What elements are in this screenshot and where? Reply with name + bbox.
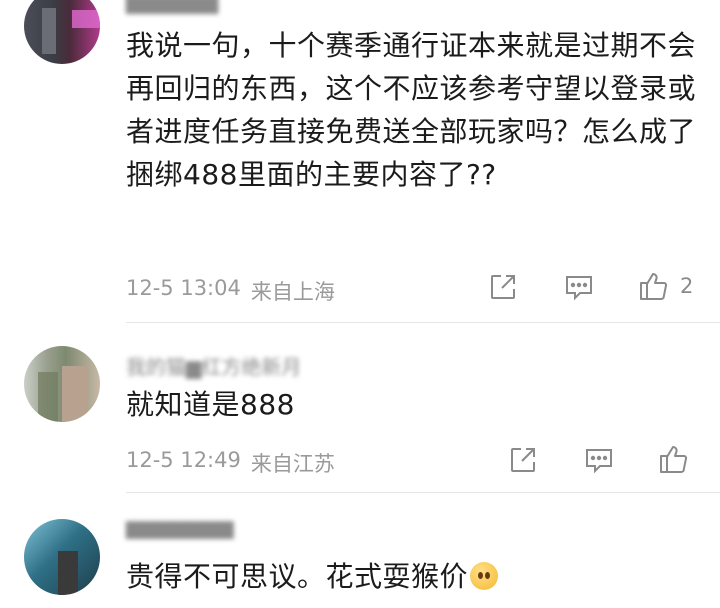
comment-icon — [566, 276, 592, 301]
avatar[interactable] — [24, 346, 100, 422]
comment-location: 来自上海 — [250, 280, 335, 304]
avatar[interactable] — [24, 519, 100, 595]
comment-text: 就知道是888 — [126, 388, 295, 421]
username[interactable]: ▆▆▆▆▆▆ — [126, 0, 218, 14]
thumbs-up-icon — [640, 273, 668, 300]
comment-item: ▆▆▆▆▆▆▆ 贵得不可思议。花式耍猴价 — [0, 493, 720, 608]
thumbs-up-icon — [660, 446, 688, 473]
username[interactable]: ▆▆▆▆▆▆▆ — [126, 515, 234, 539]
like-count: 2 — [680, 274, 694, 298]
reply-button[interactable] — [564, 272, 594, 302]
comment-item: ▆▆▆▆▆▆ 我说一句，十个赛季通行证本来就是过期不会再回归的东西，这个不应该参… — [0, 0, 720, 322]
username[interactable]: 我的猫▆红方绝新月 — [126, 351, 301, 380]
comment-text: 我说一句，十个赛季通行证本来就是过期不会再回归的东西，这个不应该参考守望以登录或… — [126, 29, 697, 191]
comment-icon — [586, 449, 612, 474]
comment-time: 12-5 12:49 — [126, 448, 241, 472]
share-icon — [511, 448, 535, 472]
reply-button[interactable] — [584, 445, 614, 475]
comment-time: 12-5 13:04 — [126, 276, 241, 300]
comment-meta: 12-5 12:49 来自江苏 — [126, 448, 335, 478]
share-icon — [491, 275, 515, 299]
comment-text-body: 贵得不可思议。花式耍猴价 — [126, 560, 469, 593]
comment-location: 来自江苏 — [250, 452, 335, 476]
share-button[interactable] — [508, 445, 538, 475]
comment-meta: 12-5 13:04 来自上海 — [126, 276, 335, 306]
crying-face-emoji-icon — [470, 562, 499, 590]
share-button[interactable] — [488, 272, 518, 302]
avatar[interactable] — [24, 0, 100, 64]
like-button[interactable] — [658, 443, 690, 475]
comment-text: 贵得不可思议。花式耍猴价 — [126, 555, 696, 598]
like-button[interactable]: 2 — [638, 270, 693, 302]
comment-item: 我的猫▆红方绝新月 就知道是888 12-5 12:49 来自江苏 — [0, 323, 720, 493]
